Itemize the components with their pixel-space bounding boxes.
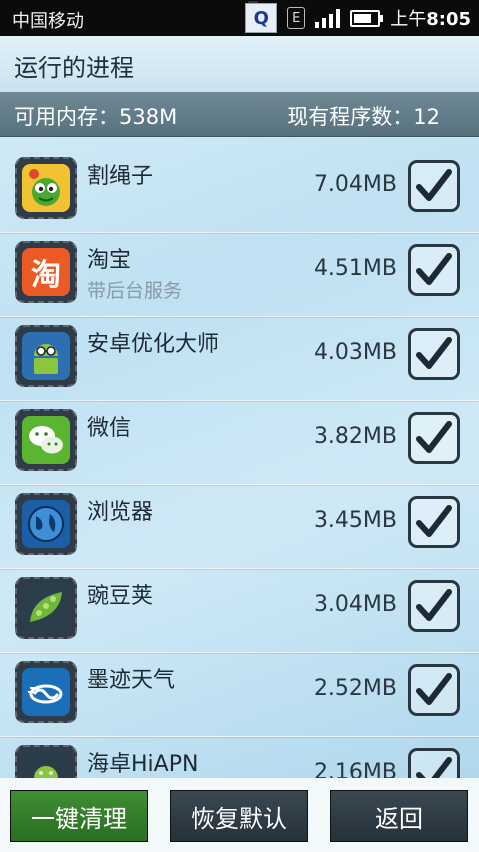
android-optimizer-icon	[15, 325, 77, 387]
checkmark-icon	[416, 169, 452, 201]
moji-weather-icon	[15, 661, 77, 723]
process-memory-size: 3.04MB	[313, 592, 397, 617]
page-title: 运行的进程	[14, 54, 134, 82]
process-checkbox[interactable]	[408, 664, 460, 716]
cut-the-rope-icon	[15, 157, 77, 219]
process-checkbox[interactable]	[408, 160, 460, 212]
process-name: 墨迹天气	[87, 668, 176, 693]
process-name: 安卓优化大师	[87, 332, 220, 357]
program-count: 现有程序数：12	[287, 105, 440, 129]
process-checkbox[interactable]	[408, 580, 460, 632]
process-row[interactable]: 安卓优化大师 4.03MB	[0, 316, 479, 401]
checkmark-icon	[416, 253, 452, 285]
hiapn-android-icon	[15, 745, 77, 778]
checkmark-icon	[416, 757, 452, 778]
wandoujia-pea-icon	[15, 577, 77, 639]
checkmark-icon	[416, 505, 452, 537]
checkmark-icon	[416, 337, 452, 369]
battery-icon	[350, 9, 384, 27]
taobao-icon-glyph: 淘	[31, 258, 61, 293]
checkmark-icon	[416, 673, 452, 705]
process-list[interactable]: 割绳子 7.04MB 淘 淘宝 带后台服务 4.51MB 安卓优化大师 4.03…	[0, 148, 479, 778]
process-row[interactable]: 浏览器 3.45MB	[0, 484, 479, 569]
taobao-icon: 淘	[15, 241, 77, 303]
status-bar: 中国移动 Q E 上午8:05	[0, 0, 479, 36]
process-memory-size: 4.51MB	[313, 256, 397, 281]
bottom-action-bar: 一键清理 恢复默认 返回	[0, 778, 479, 852]
process-name: 割绳子	[87, 164, 154, 189]
process-checkbox[interactable]	[408, 328, 460, 380]
notification-q-icon: Q	[245, 1, 278, 33]
process-name: 淘宝	[87, 248, 132, 273]
process-checkbox[interactable]	[408, 244, 460, 296]
one-key-clean-button[interactable]: 一键清理	[10, 790, 148, 842]
process-checkbox[interactable]	[408, 496, 460, 548]
process-row[interactable]: 豌豆荚 3.04MB	[0, 568, 479, 653]
process-memory-size: 3.45MB	[313, 508, 397, 533]
process-row[interactable]: 墨迹天气 2.52MB	[0, 652, 479, 737]
process-memory-size: 7.04MB	[313, 172, 397, 197]
process-checkbox[interactable]	[408, 412, 460, 464]
network-e-icon: E	[287, 7, 306, 29]
status-icons: Q E 上午8:05	[245, 1, 471, 33]
available-memory: 可用内存：538M	[14, 105, 178, 129]
process-name: 豌豆荚	[87, 584, 154, 609]
process-row[interactable]: 割绳子 7.04MB	[0, 148, 479, 233]
process-memory-size: 3.82MB	[313, 424, 397, 449]
process-row[interactable]: 淘 淘宝 带后台服务 4.51MB	[0, 232, 479, 317]
wechat-icon	[15, 409, 77, 471]
restore-default-button[interactable]: 恢复默认	[170, 790, 308, 842]
clock: 上午8:05	[390, 9, 471, 30]
browser-globe-icon	[15, 493, 77, 555]
signal-icon	[315, 8, 341, 28]
process-name: 海卓HiAPN	[87, 752, 199, 777]
checkmark-icon	[416, 589, 452, 621]
process-checkbox[interactable]	[408, 748, 460, 778]
process-memory-size: 2.52MB	[313, 676, 397, 701]
checkmark-icon	[416, 421, 452, 453]
process-row[interactable]: 微信 3.82MB	[0, 400, 479, 485]
process-memory-size: 2.16MB	[313, 760, 397, 778]
process-subtitle: 带后台服务	[87, 280, 183, 302]
process-name: 浏览器	[87, 500, 154, 525]
carrier-label: 中国移动	[12, 11, 84, 32]
back-button[interactable]: 返回	[330, 790, 468, 842]
process-memory-size: 4.03MB	[313, 340, 397, 365]
process-row[interactable]: 海卓HiAPN 2.16MB	[0, 736, 479, 778]
memory-info-bar: 可用内存：538M 现有程序数：12	[0, 92, 479, 137]
process-name: 微信	[87, 416, 132, 441]
page-header: 运行的进程	[0, 36, 479, 93]
